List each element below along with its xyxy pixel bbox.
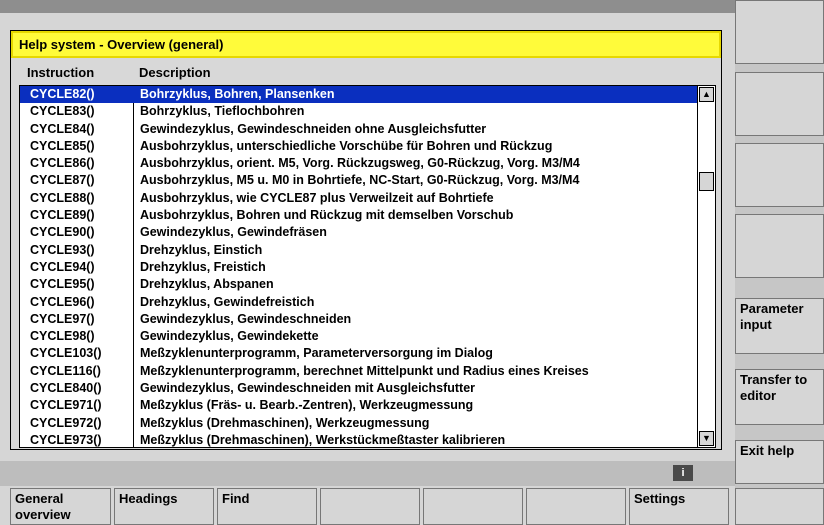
- list-item[interactable]: CYCLE90() Gewindezyklus, Gewindefräsen: [20, 224, 698, 241]
- instruction-description: Drehzyklus, Abspanen: [140, 277, 274, 292]
- list-item[interactable]: CYCLE840() Gewindezyklus, Gewindeschneide…: [20, 380, 698, 397]
- scrollbar[interactable]: ▲ ▼: [697, 86, 715, 447]
- instruction-description: Meßzyklus (Drehmaschinen), Werkstückmeßt…: [140, 432, 506, 447]
- list-item[interactable]: CYCLE973() Meßzyklus (Drehmaschinen), Wer…: [20, 432, 698, 447]
- top-bar: [0, 0, 735, 13]
- instruction-description: Drehzyklus, Freistich: [140, 259, 266, 274]
- instruction-description: Bohrzyklus, Bohren, Plansenken: [140, 87, 335, 101]
- list-item[interactable]: CYCLE97() Gewindezyklus, Gewindeschneiden: [20, 311, 698, 328]
- instruction-name: CYCLE973(): [30, 432, 102, 447]
- instruction-name: CYCLE116(): [30, 363, 101, 378]
- instruction-description: Ausbohrzyklus, Bohren und Rückzug mit de…: [140, 208, 514, 223]
- vsoftkey-1[interactable]: [735, 0, 824, 64]
- instruction-name: CYCLE840(): [30, 381, 102, 396]
- list-item[interactable]: CYCLE83() Bohrzyklus, Tieflochbohren: [20, 103, 698, 120]
- general-overview-button[interactable]: General overview: [10, 488, 111, 525]
- headings-button[interactable]: Headings: [114, 488, 214, 525]
- vsoftkey-2[interactable]: [735, 72, 824, 136]
- column-header-instruction: Instruction: [27, 65, 95, 80]
- instruction-name: CYCLE972(): [30, 415, 102, 430]
- instruction-name: CYCLE87(): [30, 173, 95, 188]
- list-item[interactable]: CYCLE971() Meßzyklus (Fräs- u. Bearb.-Zen…: [20, 397, 698, 414]
- parameter-input-button[interactable]: Parameter input: [735, 298, 824, 354]
- instruction-name: CYCLE94(): [30, 259, 95, 274]
- hsoftkey-8[interactable]: [735, 488, 824, 525]
- instruction-description: Gewindezyklus, Gewindeschneiden: [140, 311, 352, 326]
- instruction-name: CYCLE95(): [30, 277, 95, 292]
- dialog-title: Help system - Overview (general): [11, 31, 721, 58]
- instruction-name: CYCLE90(): [30, 225, 95, 240]
- list-item[interactable]: CYCLE89() Ausbohrzyklus, Bohren und Rückz…: [20, 207, 698, 224]
- instruction-description: Meßzyklus (Drehmaschinen), Werkzeugmessu…: [140, 415, 430, 430]
- scroll-down-button[interactable]: ▼: [699, 431, 714, 446]
- instruction-description: Ausbohrzyklus, unterschiedliche Vorschüb…: [140, 138, 553, 153]
- instruction-description: Bohrzyklus, Tieflochbohren: [140, 104, 305, 119]
- instruction-description: Gewindezyklus, Gewindeschneiden ohne Aus…: [140, 121, 487, 136]
- list-item[interactable]: CYCLE116() Meßzyklenunterprogramm, berech…: [20, 363, 698, 380]
- instruction-list-rows: CYCLE82() Bohrzyklus, Bohren, Plansenken C…: [20, 86, 698, 447]
- settings-button[interactable]: Settings: [629, 488, 729, 525]
- instruction-name: CYCLE85(): [30, 138, 95, 153]
- instruction-name: CYCLE82(): [30, 87, 95, 101]
- instruction-list[interactable]: CYCLE82() Bohrzyklus, Bohren, Plansenken C…: [19, 85, 716, 448]
- transfer-to-editor-button[interactable]: Transfer to editor: [735, 369, 824, 425]
- exit-help-button[interactable]: Exit help: [735, 440, 824, 484]
- instruction-description: Meßzyklenunterprogramm, berechnet Mittel…: [140, 363, 589, 378]
- instruction-name: CYCLE97(): [30, 311, 95, 326]
- instruction-name: CYCLE88(): [30, 190, 95, 205]
- instruction-name: CYCLE84(): [30, 121, 95, 136]
- column-headers: Instruction Description: [11, 65, 721, 83]
- list-item[interactable]: CYCLE972() Meßzyklus (Drehmaschinen), Wer…: [20, 415, 698, 432]
- instruction-description: Ausbohrzyklus, wie CYCLE87 plus Verweilz…: [140, 190, 494, 205]
- vsoftkey-4[interactable]: [735, 214, 824, 278]
- scroll-thumb[interactable]: [699, 172, 714, 191]
- list-item[interactable]: CYCLE85() Ausbohrzyklus, unterschiedliche…: [20, 138, 698, 155]
- status-line: [0, 461, 735, 486]
- instruction-name: CYCLE93(): [30, 242, 95, 257]
- instruction-name: CYCLE89(): [30, 208, 95, 223]
- instruction-name: CYCLE103(): [30, 346, 102, 361]
- hsoftkey-5[interactable]: [423, 488, 523, 525]
- instruction-description: Drehzyklus, Gewindefreistich: [140, 294, 315, 309]
- instruction-description: Meßzyklus (Fräs- u. Bearb.-Zentren), Wer…: [140, 398, 474, 413]
- column-header-description: Description: [139, 65, 211, 80]
- info-icon[interactable]: i: [673, 465, 693, 481]
- list-item[interactable]: CYCLE98() Gewindezyklus, Gewindekette: [20, 328, 698, 345]
- vsoftkey-3[interactable]: [735, 143, 824, 207]
- list-item[interactable]: CYCLE87() Ausbohrzyklus, M5 u. M0 in Bohr…: [20, 172, 698, 189]
- list-item[interactable]: CYCLE95() Drehzyklus, Abspanen: [20, 276, 698, 293]
- instruction-name: CYCLE971(): [30, 398, 102, 413]
- instruction-description: Drehzyklus, Einstich: [140, 242, 263, 257]
- instruction-description: Gewindezyklus, Gewindefräsen: [140, 225, 327, 240]
- list-item[interactable]: CYCLE84() Gewindezyklus, Gewindeschneiden…: [20, 121, 698, 138]
- list-item[interactable]: CYCLE94() Drehzyklus, Freistich: [20, 259, 698, 276]
- instruction-description: Ausbohrzyklus, M5 u. M0 in Bohrtiefe, NC…: [140, 173, 580, 188]
- hsoftkey-6[interactable]: [526, 488, 626, 525]
- instruction-description: Ausbohrzyklus, orient. M5, Vorg. Rückzug…: [140, 156, 580, 171]
- list-item[interactable]: CYCLE88() Ausbohrzyklus, wie CYCLE87 plus…: [20, 190, 698, 207]
- instruction-description: Gewindezyklus, Gewindeschneiden mit Ausg…: [140, 381, 476, 396]
- instruction-name: CYCLE86(): [30, 156, 95, 171]
- instruction-name: CYCLE98(): [30, 329, 95, 344]
- instruction-description: Gewindezyklus, Gewindekette: [140, 329, 319, 344]
- scroll-up-button[interactable]: ▲: [699, 87, 714, 102]
- find-button[interactable]: Find: [217, 488, 317, 525]
- instruction-name: CYCLE83(): [30, 104, 95, 119]
- list-item[interactable]: CYCLE96() Drehzyklus, Gewindefreistich: [20, 294, 698, 311]
- list-item[interactable]: CYCLE103() Meßzyklenunterprogramm, Parame…: [20, 345, 698, 362]
- list-item[interactable]: CYCLE86() Ausbohrzyklus, orient. M5, Vorg…: [20, 155, 698, 172]
- hsoftkey-4[interactable]: [320, 488, 420, 525]
- help-dialog: Help system - Overview (general) Instruc…: [10, 30, 722, 450]
- instruction-description: Meßzyklenunterprogramm, Parameterversorg…: [140, 346, 493, 361]
- list-item[interactable]: CYCLE93() Drehzyklus, Einstich: [20, 242, 698, 259]
- instruction-name: CYCLE96(): [30, 294, 95, 309]
- list-item[interactable]: CYCLE82() Bohrzyklus, Bohren, Plansenken: [20, 86, 698, 104]
